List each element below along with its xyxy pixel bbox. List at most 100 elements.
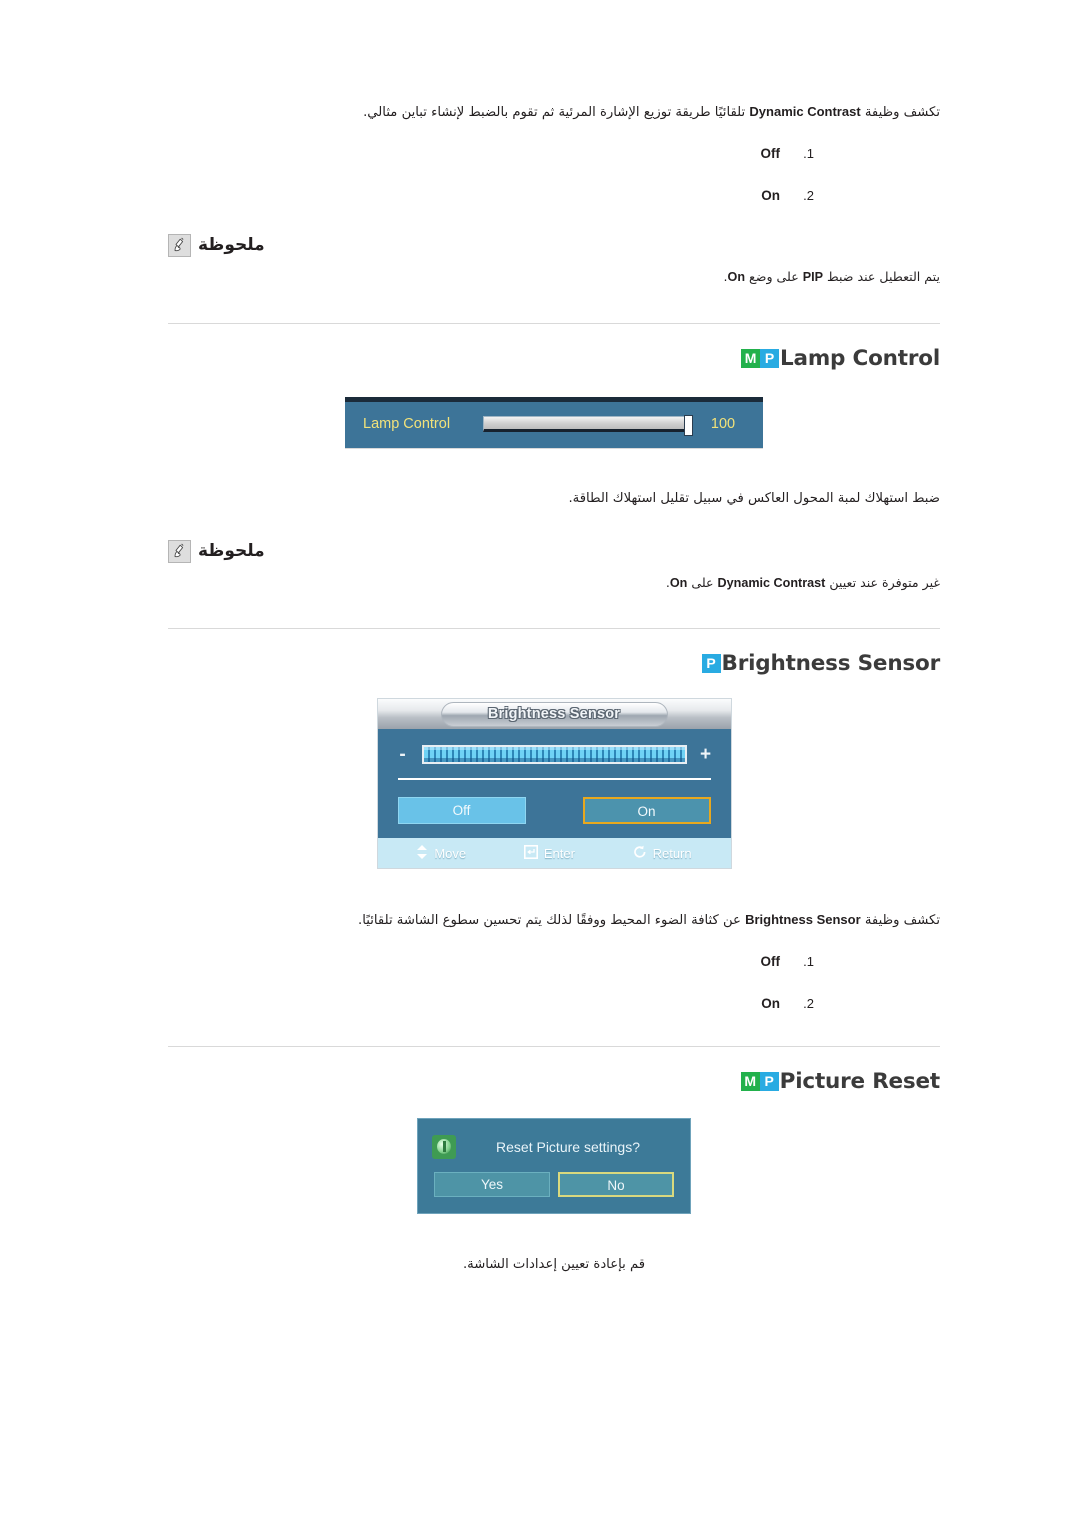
- section-divider: [168, 1045, 940, 1047]
- option-label: On: [761, 188, 780, 204]
- list-item: On .2: [168, 188, 940, 204]
- section-brightness-sensor: P Brightness Sensor Brightness Sensor - …: [168, 651, 940, 1047]
- brightness-sensor-option-list: Off .1 On .2: [168, 954, 940, 1012]
- note-title: ملحوظة: [198, 235, 265, 256]
- footer-enter-label: Enter: [543, 845, 575, 861]
- brightness-sensor-osd: Brightness Sensor - + Off On Move Enter …: [376, 698, 732, 870]
- osd-lamp-label: Lamp Control: [363, 415, 451, 432]
- dialog-button-row: Yes No: [432, 1171, 676, 1197]
- picture-reset-description: قم بإعادة تعيين إعدادات الشاشة.: [462, 1256, 646, 1272]
- osd-slider-row: - +: [392, 745, 717, 765]
- footer-return: Return: [633, 845, 692, 861]
- note-body: غير متوفرة عند تعيين Dynamic Contrast عل…: [168, 572, 940, 594]
- lamp-control-slider[interactable]: [483, 414, 693, 436]
- return-icon: [633, 845, 647, 861]
- osd-footer: Move Enter Return: [377, 838, 731, 869]
- option-label: On: [761, 995, 780, 1011]
- brightness-level-bar[interactable]: [421, 745, 687, 765]
- option-number: .1: [803, 146, 814, 162]
- list-item: Off .1: [168, 954, 940, 970]
- confirm-yes-button[interactable]: Yes: [434, 1171, 550, 1197]
- bs-desc-term: Brightness Sensor: [745, 911, 861, 927]
- osd-body: - + Off On: [378, 729, 731, 838]
- osd-title: Brightness Sensor: [487, 706, 621, 723]
- badge-group: MP: [741, 348, 780, 368]
- dc-desc-term: Dynamic Contrast: [749, 104, 861, 120]
- dynamic-contrast-description: تكشف وظيفة Dynamic Contrast تلقائيًا طري…: [168, 101, 940, 124]
- bs-desc-pre: تكشف وظيفة: [860, 912, 940, 928]
- dc-desc-pre: تكشف وظيفة: [860, 105, 940, 121]
- badge-p-icon: P: [701, 654, 721, 674]
- note-lamp-control: ملحوظة غير متوفرة عند تعيين Dynamic Cont…: [168, 539, 940, 594]
- lamp-control-description: ضبط استهلاك لمبة المحول العاكس في سبيل ت…: [568, 490, 940, 506]
- note-body-term: PIP: [802, 270, 824, 285]
- badge-p-icon: P: [759, 1071, 779, 1091]
- picture-reset-dialog: Reset Picture settings? Yes No: [417, 1117, 691, 1214]
- page-title: Brightness Sensor: [721, 651, 941, 677]
- section-lamp-control: MP Lamp Control Lamp Control 100 ضبط است…: [168, 346, 940, 630]
- brightness-on-button[interactable]: On: [582, 797, 711, 825]
- page-title: Picture Reset: [779, 1068, 941, 1094]
- section-divider: [168, 322, 940, 324]
- dc-desc-post: تلقائيًا طريقة توزيع الإشارة المرئية ثم …: [363, 105, 750, 121]
- option-number: .1: [803, 953, 814, 969]
- note-body-mid: على: [687, 574, 718, 590]
- dynamic-contrast-option-list: Off .1 On .2: [168, 146, 940, 204]
- dialog-message-row: Reset Picture settings?: [432, 1134, 676, 1159]
- brightness-sensor-description: تكشف وظيفة Brightness Sensor عن كثافة ال…: [168, 909, 940, 932]
- dialog-message: Reset Picture settings?: [496, 1138, 640, 1155]
- footer-enter: Enter: [523, 845, 575, 861]
- slider-knob[interactable]: [684, 414, 693, 436]
- note-pen-icon: [168, 539, 191, 563]
- note-body-term: Dynamic Contrast: [717, 575, 826, 590]
- note-body: يتم التعطيل عند ضبط PIP على وضع On.: [168, 266, 940, 288]
- decrease-icon[interactable]: -: [392, 745, 414, 764]
- list-item: Off .1: [168, 146, 940, 162]
- option-label: Off: [760, 953, 781, 969]
- lamp-control-heading: MP Lamp Control: [168, 346, 940, 371]
- info-icon: [432, 1134, 456, 1159]
- osd-divider: [397, 778, 711, 781]
- osd-button-row: Off On: [392, 797, 717, 828]
- note-body-pre: غير متوفرة عند تعيين: [825, 574, 940, 590]
- note-body-term2: On: [727, 270, 746, 285]
- footer-move-label: Move: [434, 845, 467, 861]
- note-body-pre: يتم التعطيل عند ضبط: [823, 269, 940, 285]
- section-divider: [168, 628, 940, 630]
- picture-reset-heading: MP Picture Reset: [168, 1069, 940, 1094]
- increase-icon[interactable]: +: [695, 745, 717, 764]
- badge-group: MP: [740, 1071, 779, 1091]
- page-content: تكشف وظيفة Dynamic Contrast تلقائيًا طري…: [168, 88, 940, 1289]
- badge-m-icon: M: [741, 348, 761, 368]
- lamp-control-osd: Lamp Control 100: [345, 396, 763, 448]
- note-pen-icon: [168, 234, 191, 258]
- confirm-no-button[interactable]: No: [558, 1171, 674, 1197]
- brightness-off-button[interactable]: Off: [397, 797, 526, 825]
- note-dynamic-contrast: ملحوظة يتم التعطيل عند ضبط PIP على وضع O…: [168, 234, 940, 288]
- bs-desc-post: عن كثافة الضوء المحيط ووفقًا لذلك يتم تح…: [358, 912, 746, 928]
- footer-move: Move: [416, 845, 466, 861]
- footer-return-label: Return: [652, 845, 692, 861]
- picture-reset-osd-wrap: Reset Picture settings? Yes No: [168, 1094, 940, 1214]
- section-picture-reset: MP Picture Reset Reset Picture settings?…: [168, 1069, 940, 1276]
- option-label: Off: [760, 146, 781, 162]
- badge-p-icon: P: [760, 348, 780, 368]
- badge-m-icon: M: [740, 1071, 760, 1091]
- brightness-sensor-osd-wrap: Brightness Sensor - + Off On Move Enter …: [168, 676, 940, 870]
- badge-group: P: [701, 654, 721, 674]
- note-title: ملحوظة: [198, 540, 265, 561]
- option-number: .2: [803, 188, 814, 204]
- note-body-term2: On: [669, 575, 688, 590]
- option-number: .2: [803, 995, 814, 1011]
- osd-lamp-value: 100: [710, 415, 736, 432]
- osd-titlebar: Brightness Sensor: [377, 699, 731, 730]
- move-updown-icon: [416, 845, 428, 861]
- note-body-post: على وضع: [745, 269, 803, 285]
- document-page: تكشف وظيفة Dynamic Contrast تلقائيًا طري…: [0, 0, 1080, 1527]
- section-dynamic-contrast: تكشف وظيفة Dynamic Contrast تلقائيًا طري…: [168, 101, 940, 324]
- brightness-sensor-heading: P Brightness Sensor: [168, 651, 940, 676]
- lamp-control-osd-wrap: Lamp Control 100: [168, 371, 940, 448]
- list-item: On .2: [168, 996, 940, 1012]
- page-title: Lamp Control: [780, 345, 940, 371]
- enter-icon: [523, 845, 538, 861]
